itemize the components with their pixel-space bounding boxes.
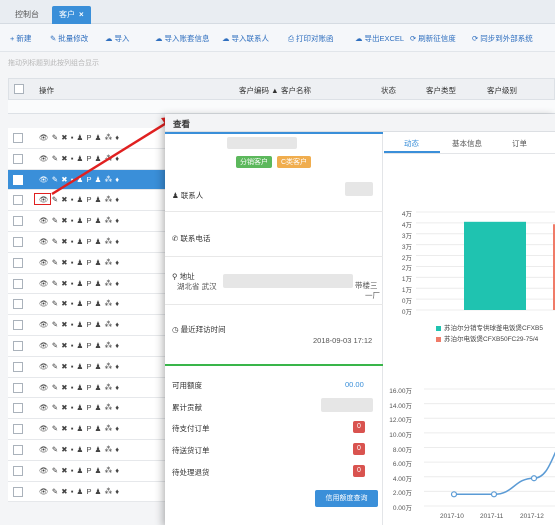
finance-label: 待支付订单 [172,424,210,433]
line-y-tick: 16.00万 [389,388,412,395]
line-series [454,451,555,496]
modal-title: 查看 [173,119,191,129]
available-credit-value: 00.00 [345,380,364,389]
legend-label: 苏泊尔电饭煲CFXB50FC29-75/4 [444,336,539,343]
legend-swatch [436,325,441,331]
last-visit-value: 2018-09-03 17:12 [313,336,373,345]
badge-class: C类客户 [277,156,312,168]
bar-y-tick: 4万 [401,211,412,218]
count-badge[interactable]: 0 [353,465,365,477]
person-icon: ♟ [172,191,181,200]
line-y-tick: 10.00万 [389,431,412,439]
modal-header: 查看 [165,114,555,132]
bar-y-tick: 2万 [401,254,412,262]
last-visit-field: ◷ 最近拜访时间 [172,324,226,335]
phone-label: 联系电话 [180,234,211,243]
badge-distribution: 分销客户 [236,156,272,168]
bar-y-tick: 0万 [401,298,412,306]
line-y-tick: 6.00万 [392,461,412,469]
address-suffix-2: 一厂 [365,291,380,300]
bar-legend-item: 苏泊尔电饭煲CFXB50FC29-75/4 [436,333,538,343]
line-y-tick: 4.00万 [392,475,412,483]
clock-icon: ◷ [172,325,181,334]
address-label: 地址 [179,272,195,281]
line-y-tick: 8.00万 [392,446,412,454]
pane-accent-line [165,132,383,134]
count-badge[interactable]: 0 [353,421,365,433]
line-point [530,475,538,482]
address-value: 湖北省 武汉 [177,282,217,291]
finance-label: 待处理退货 [172,468,210,477]
line-point [450,491,458,498]
customer-name-redacted [227,137,297,149]
last-visit-label: 最近拜访时间 [180,325,226,334]
contact-redacted [345,182,373,196]
bar-y-tick: 0万 [401,309,412,316]
customer-info-pane: 分销客户 C类客户 ♟ 联系人 ✆ 联系电话 ⚲ 地址 湖北省 武汉 带楼三 一… [165,132,383,525]
legend-label: 苏泊尔分销专供球釜电饭煲CFXB5 [444,325,543,332]
bar-y-tick: 4万 [401,221,412,229]
view-modal: 查看 分销客户 C类客户 ♟ 联系人 ✆ 联系电话 ⚲ 地址 湖北省 武汉 带楼… [165,114,555,525]
legend-swatch [436,336,441,342]
divider [165,211,383,212]
line-y-tick: 0.00万 [392,505,412,512]
contact-field: ♟ 联系人 [172,190,203,201]
contact-label: 联系人 [180,191,204,200]
line-x-tick: 2017-10 [440,513,464,520]
finance-label: 待送货订单 [172,446,210,455]
bar-legend-item: 苏泊尔分销专供球釜电饭煲CFXB5 [436,322,543,332]
map-pin-icon: ⚲ [172,272,180,281]
address-redacted [223,274,353,288]
divider [165,304,383,305]
section-divider-green [165,364,383,366]
phone-field: ✆ 联系电话 [172,233,210,244]
contribution-redacted [321,398,373,412]
line-y-tick: 12.00万 [389,417,412,425]
line-x-tick: 2017-12 [520,513,544,520]
bar-y-tick: 3万 [401,232,412,240]
credit-query-button[interactable]: 信用额度查询 [315,490,378,507]
activity-pane: 动态 基本信息 订单 4万 4万 3万 3万 2万 2万 1万 1万 0万 0万 苏泊尔分销专供球釜… [384,132,555,525]
count-badge[interactable]: 0 [353,443,365,455]
bar-y-tick: 1万 [401,287,412,295]
bar-y-tick: 3万 [401,243,412,251]
divider [165,256,383,257]
line-y-tick: 2.00万 [392,490,412,498]
line-y-tick: 14.00万 [389,402,412,410]
bar-y-tick: 1万 [401,276,412,284]
finance-label: 累计贡献 [172,403,202,412]
bar-0 [464,221,526,310]
bar-y-tick: 2万 [401,265,412,273]
line-x-tick: 2017-11 [480,513,504,520]
finance-label: 可用额度 [172,381,202,390]
line-point [490,491,498,498]
